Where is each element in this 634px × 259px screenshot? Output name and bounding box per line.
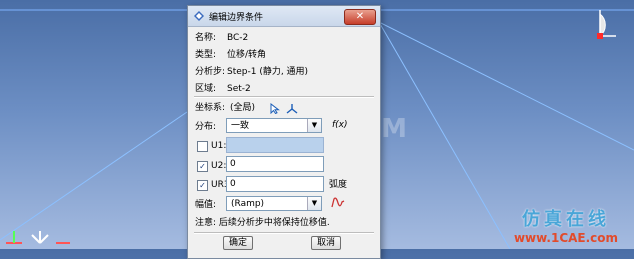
- name-label: 名称:: [195, 33, 217, 43]
- dialog-titlebar[interactable]: 编辑边界条件 ✕: [188, 6, 380, 27]
- u1-checkbox[interactable]: [197, 141, 208, 152]
- u2-checkbox[interactable]: ✓: [197, 161, 208, 172]
- amplitude-value: (Ramp): [231, 199, 265, 209]
- distribution-value: 一致: [231, 121, 250, 131]
- edit-bc-dialog: 编辑边界条件 ✕ 名称: BC-2 类型: 位移/转角 分析步: Step-1 …: [187, 5, 381, 259]
- amplitude-label: 幅值:: [195, 200, 217, 210]
- axis-logo-icon: [6, 231, 70, 244]
- csys-value: (全局): [230, 103, 256, 113]
- type-value: 位移/转角: [227, 50, 267, 60]
- note-text: 注意: 后续分析步中将保持位移值.: [195, 218, 330, 228]
- region-value: Set-2: [227, 84, 251, 94]
- csys-label: 坐标系:: [195, 103, 226, 113]
- abaqus-logo-icon: [194, 11, 204, 21]
- amplitude-select[interactable]: (Ramp) ▼: [226, 196, 322, 211]
- region-row: 区域: Set-2: [195, 82, 375, 96]
- step-row: 分析步: Step-1 (静力, 通用): [195, 65, 375, 79]
- create-csys-icon[interactable]: [286, 103, 298, 114]
- ur3-unit: 弧度: [329, 180, 348, 190]
- u1-field[interactable]: [226, 137, 324, 153]
- dialog-title: 编辑边界条件: [209, 13, 264, 23]
- type-row: 类型: 位移/转角: [195, 48, 375, 62]
- ur3-field[interactable]: 0: [226, 176, 324, 192]
- ur3-checkbox[interactable]: ✓: [197, 180, 208, 191]
- chevron-down-icon: ▼: [307, 197, 321, 210]
- brand-cn: 仿真在线: [522, 209, 610, 230]
- divider: [194, 96, 374, 98]
- type-label: 类型:: [195, 50, 217, 60]
- name-value: BC-2: [227, 33, 249, 43]
- cancel-button[interactable]: 取消: [311, 236, 341, 250]
- brand-watermark: 仿真在线 www.1CAE.com: [504, 205, 628, 245]
- u2-label: U2:: [211, 161, 227, 171]
- step-label: 分析步:: [195, 67, 226, 77]
- create-amplitude-icon[interactable]: [331, 197, 345, 209]
- brand-url: www.1CAE.com: [513, 231, 619, 245]
- distribution-select[interactable]: 一致 ▼: [226, 118, 322, 133]
- u1-label: U1:: [211, 141, 227, 151]
- csys-row: 坐标系: (全局): [195, 101, 375, 115]
- name-row: 名称: BC-2: [195, 31, 375, 45]
- ok-button[interactable]: 确定: [223, 236, 253, 250]
- distribution-label: 分布:: [195, 122, 217, 132]
- close-button[interactable]: ✕: [344, 9, 376, 25]
- divider: [194, 232, 374, 234]
- step-value: Step-1 (静力, 通用): [227, 67, 309, 77]
- fx-button[interactable]: f(x): [332, 120, 348, 130]
- region-label: 区域:: [195, 84, 217, 94]
- select-csys-icon[interactable]: [270, 103, 280, 114]
- view-triad-icon: [597, 10, 616, 39]
- u2-field[interactable]: 0: [226, 156, 324, 172]
- chevron-down-icon: ▼: [307, 119, 321, 132]
